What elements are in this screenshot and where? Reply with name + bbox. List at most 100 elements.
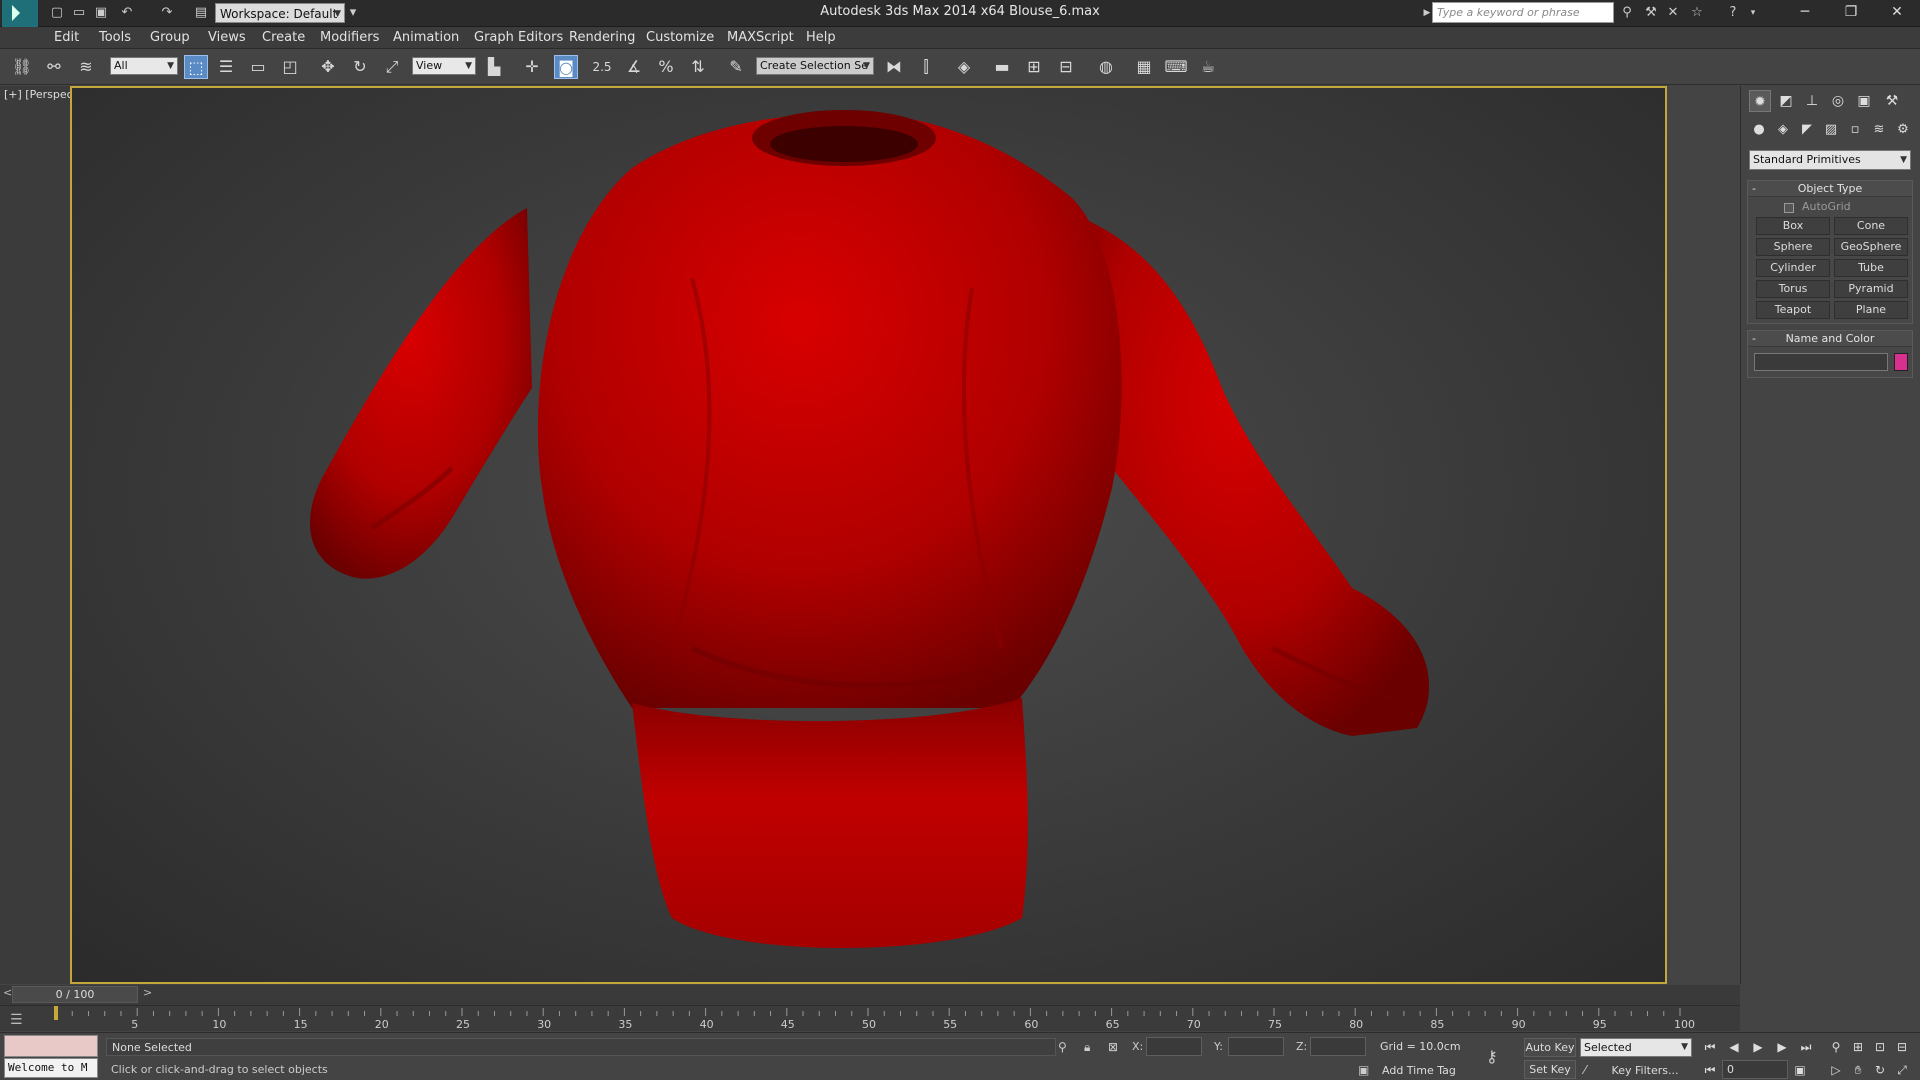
move-icon[interactable]: ✥ — [316, 55, 340, 79]
menu-help[interactable]: Help — [806, 27, 836, 49]
time-configuration-icon[interactable]: ▣ — [1790, 1061, 1810, 1079]
scale-icon[interactable]: ⤢ — [380, 55, 404, 79]
open-file-icon[interactable]: ▭ — [70, 4, 88, 22]
x-coord-field[interactable] — [1146, 1037, 1202, 1056]
window-crossing-icon[interactable]: ◰ — [278, 55, 302, 79]
zoom-icon[interactable]: ⚲ — [1826, 1038, 1846, 1056]
schematic-view-icon[interactable]: ⊟ — [1054, 55, 1078, 79]
isolate-selection-icon[interactable]: ⚲ — [1058, 1040, 1067, 1054]
render-setup-icon[interactable]: ▦ — [1132, 55, 1156, 79]
systems-icon[interactable]: ⚙ — [1893, 120, 1913, 140]
modify-tab-icon[interactable]: ◩ — [1775, 90, 1797, 112]
helpers-icon[interactable]: ▫ — [1845, 120, 1865, 140]
geometry-icon[interactable]: ● — [1749, 120, 1769, 140]
edit-named-selection-icon[interactable]: ✎ — [724, 55, 748, 79]
field-of-view-icon[interactable]: ▷ — [1826, 1061, 1846, 1079]
menu-maxscript[interactable]: MAXScript — [727, 27, 794, 49]
lights-icon[interactable]: ◤ — [1797, 120, 1817, 140]
time-slider[interactable]: < 0 / 100 > — [0, 985, 1740, 1005]
minimize-button[interactable]: ─ — [1782, 0, 1828, 24]
keyboard-shortcut-override-icon[interactable]: ◙ — [554, 55, 578, 79]
key-filters-button[interactable]: Key Filters... — [1600, 1064, 1690, 1077]
perspective-viewport[interactable] — [70, 86, 1667, 984]
menu-create[interactable]: Create — [262, 27, 305, 49]
mirror-icon[interactable]: ⧓ — [882, 55, 906, 79]
menu-customize[interactable]: Customize — [646, 27, 714, 49]
name-and-color-header[interactable]: - Name and Color — [1748, 331, 1912, 347]
maxscript-mini-listener[interactable]: Welcome to M — [4, 1058, 98, 1078]
key-mode-dropdown[interactable]: Selected ▼ — [1580, 1038, 1692, 1057]
time-slider-thumb[interactable]: 0 / 100 — [12, 986, 138, 1003]
named-selection-dropdown[interactable]: Create Selection Se ▼ — [756, 57, 874, 75]
hierarchy-tab-icon[interactable]: ⊥ — [1801, 90, 1823, 112]
angle-snap-icon[interactable]: ∡ — [622, 55, 646, 79]
bind-space-warp-icon[interactable]: ≋ — [74, 55, 98, 79]
redo-icon[interactable]: ↷ — [158, 4, 176, 22]
cylinder-button[interactable]: Cylinder — [1756, 259, 1830, 277]
unlink-icon[interactable]: ⚯ — [42, 55, 66, 79]
reference-coordinate-dropdown[interactable]: View ▼ — [412, 57, 476, 75]
subscription-icon[interactable]: ⚒ — [1642, 4, 1660, 22]
menu-views[interactable]: Views — [208, 27, 246, 49]
link-icon[interactable]: ⛓ — [10, 55, 34, 79]
percent-snap-icon[interactable]: % — [654, 55, 678, 79]
next-frame-icon[interactable]: ▶︎ — [1772, 1038, 1792, 1056]
cone-button[interactable]: Cone — [1834, 217, 1908, 235]
favorites-star-icon[interactable]: ☆ — [1688, 4, 1706, 22]
absolute-mode-icon[interactable]: ⊠ — [1108, 1040, 1118, 1054]
pan-view-icon[interactable]: ✋︎ — [1848, 1061, 1868, 1079]
autogrid-checkbox[interactable] — [1784, 203, 1794, 213]
object-name-input[interactable] — [1754, 353, 1888, 371]
pivot-center-icon[interactable]: ▙ — [482, 55, 506, 79]
menu-tools[interactable]: Tools — [99, 27, 131, 49]
selection-lock-icon[interactable]: 🔒︎ — [1084, 1040, 1090, 1055]
restore-button[interactable]: ❐ — [1828, 0, 1874, 24]
rotate-icon[interactable]: ↻ — [348, 55, 372, 79]
box-button[interactable]: Box — [1756, 217, 1830, 235]
plane-button[interactable]: Plane — [1834, 301, 1908, 319]
zoom-extents-all-icon[interactable]: ⊟ — [1892, 1038, 1912, 1056]
pyramid-button[interactable]: Pyramid — [1834, 280, 1908, 298]
play-icon[interactable]: ▶︎ — [1748, 1038, 1768, 1056]
set-key-icon[interactable]: ⚷ — [1486, 1047, 1514, 1066]
key-mode-toggle-icon[interactable]: ⏮ — [1700, 1061, 1720, 1079]
align-icon[interactable]: ⫿ — [914, 55, 938, 79]
rectangular-selection-icon[interactable]: ▭ — [246, 55, 270, 79]
category-dropdown[interactable]: Standard Primitives ▼ — [1749, 150, 1911, 170]
menu-graph-editors[interactable]: Graph Editors — [474, 27, 563, 49]
project-folder-icon[interactable]: ▤ — [192, 4, 210, 22]
zoom-extents-icon[interactable]: ⊡ — [1870, 1038, 1890, 1056]
curve-editor-icon[interactable]: ⊞ — [1022, 55, 1046, 79]
snaps-toggle-icon[interactable]: 2.5 — [590, 55, 614, 79]
material-editor-icon[interactable]: ◍ — [1094, 55, 1118, 79]
undo-icon[interactable]: ↶ — [118, 4, 136, 22]
quick-access-menu-icon[interactable]: ▾ — [344, 4, 362, 22]
orbit-icon[interactable]: ↻ — [1870, 1061, 1890, 1079]
communication-icon[interactable]: ✕ — [1664, 4, 1682, 22]
select-manipulate-icon[interactable]: ✛ — [520, 55, 544, 79]
new-file-icon[interactable]: ▢ — [48, 4, 66, 22]
tube-button[interactable]: Tube — [1834, 259, 1908, 277]
save-file-icon[interactable]: ▣ — [92, 4, 110, 22]
menu-edit[interactable]: Edit — [54, 27, 79, 49]
display-tab-icon[interactable]: ▣ — [1853, 90, 1875, 112]
spinner-snap-icon[interactable]: ⇅ — [686, 55, 710, 79]
geosphere-button[interactable]: GeoSphere — [1834, 238, 1908, 256]
zoom-all-icon[interactable]: ⊞ — [1848, 1038, 1868, 1056]
y-coord-field[interactable] — [1228, 1037, 1284, 1056]
menu-rendering[interactable]: Rendering — [569, 27, 635, 49]
key-tangent-icon[interactable]: ⁄ — [1584, 1063, 1586, 1077]
close-button[interactable]: ✕ — [1874, 0, 1920, 24]
set-key-button[interactable]: Set Key — [1524, 1060, 1576, 1079]
space-warps-icon[interactable]: ≋ — [1869, 120, 1889, 140]
current-frame-marker[interactable] — [54, 1006, 58, 1020]
select-object-icon[interactable]: ⬚ — [184, 55, 208, 79]
select-by-name-icon[interactable]: ☰ — [214, 55, 238, 79]
rendered-frame-window-icon[interactable]: ⌨ — [1164, 55, 1188, 79]
create-tab-icon[interactable]: ✹ — [1749, 90, 1771, 112]
layer-manager-icon[interactable]: ◈ — [952, 55, 976, 79]
app-logo-icon[interactable] — [2, 0, 38, 27]
object-color-swatch[interactable] — [1894, 353, 1908, 371]
menu-animation[interactable]: Animation — [393, 27, 459, 49]
utilities-tab-icon[interactable]: ⚒ — [1881, 90, 1903, 112]
